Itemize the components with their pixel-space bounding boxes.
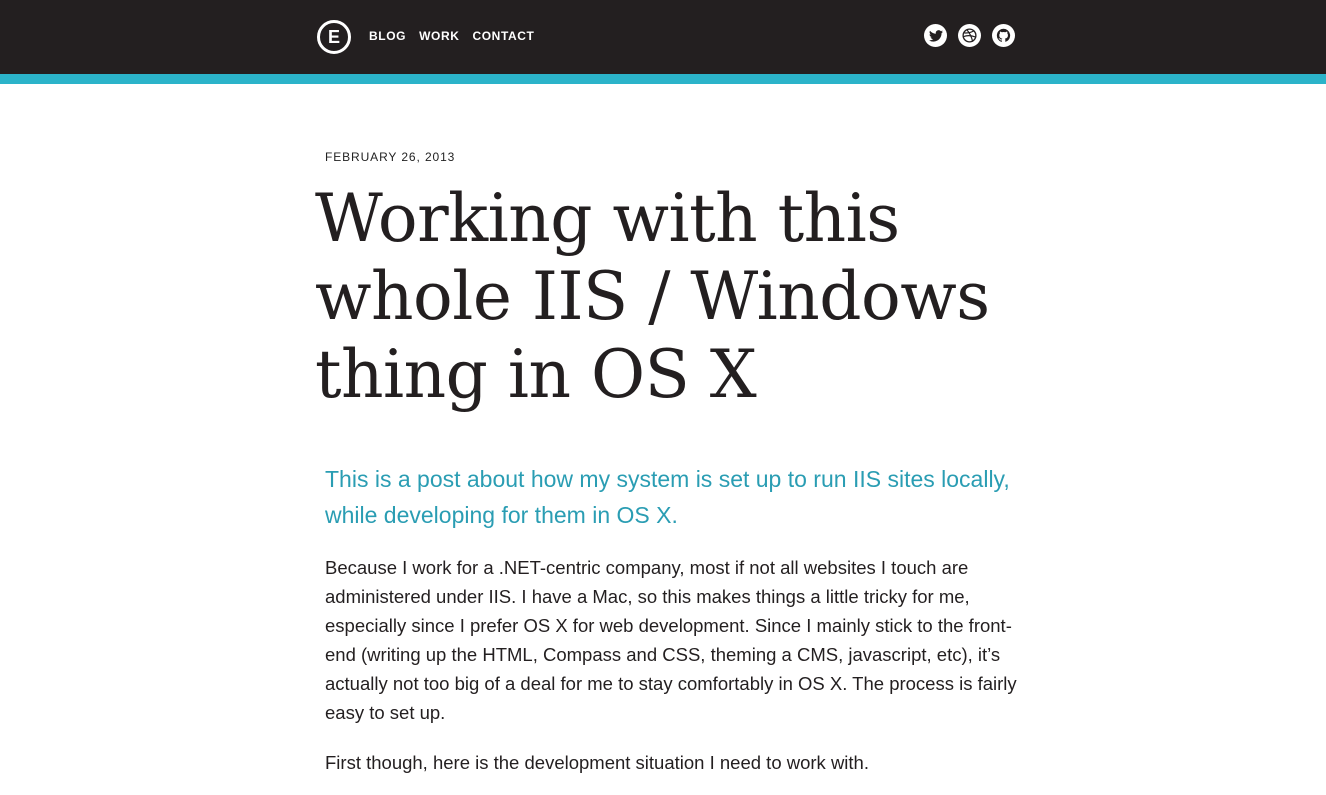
post-paragraph: Because I work for a .NET-centric compan… bbox=[325, 557, 1017, 723]
nav-contact-link[interactable]: CONTACT bbox=[472, 29, 534, 43]
main-nav: BLOG WORK CONTACT bbox=[369, 29, 534, 43]
nav-blog-link[interactable]: BLOG bbox=[369, 29, 406, 43]
dribbble-icon bbox=[962, 28, 977, 43]
site-header: E BLOG WORK CONTACT bbox=[0, 0, 1326, 74]
site-logo[interactable]: E bbox=[317, 20, 351, 54]
github-link[interactable] bbox=[992, 24, 1015, 47]
nav-work-link[interactable]: WORK bbox=[419, 29, 459, 43]
twitter-link[interactable] bbox=[924, 24, 947, 47]
post-title: Working with this whole IIS / Windows th… bbox=[315, 180, 990, 413]
post-paragraph: First though, here is the development si… bbox=[325, 752, 869, 773]
post-lede: This is a post about how my system is se… bbox=[325, 466, 1010, 528]
twitter-icon bbox=[928, 29, 943, 42]
accent-stripe bbox=[0, 74, 1326, 84]
github-icon bbox=[996, 28, 1011, 42]
social-links bbox=[924, 24, 1015, 47]
dribbble-link[interactable] bbox=[958, 24, 981, 47]
logo-letter: E bbox=[327, 27, 340, 47]
post-date: FEBRUARY 26, 2013 bbox=[325, 150, 456, 164]
